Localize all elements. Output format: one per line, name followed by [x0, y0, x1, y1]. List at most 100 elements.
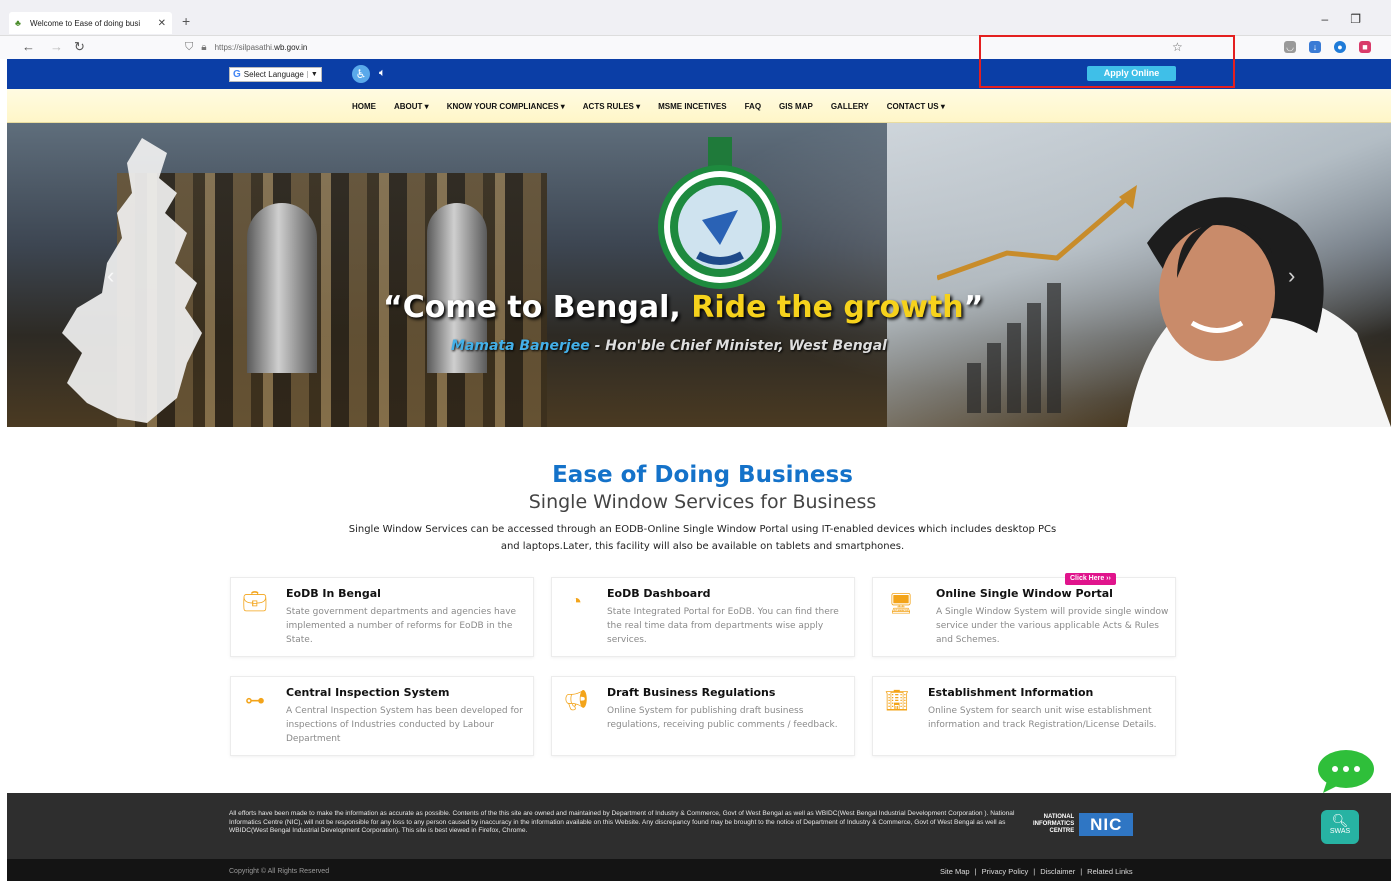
- quote-open: “: [383, 290, 403, 325]
- tab-title: Welcome to Ease of doing busi: [30, 18, 141, 28]
- megaphone-icon: 📢︎: [563, 690, 589, 712]
- carousel-next-icon[interactable]: ›: [1288, 263, 1295, 289]
- browser-tab[interactable]: ♣ Welcome to Ease of doing busi ✕: [9, 12, 172, 34]
- copyright-bar: [7, 859, 1391, 881]
- footer: All efforts have been made to make the i…: [7, 793, 1391, 859]
- section-title: Ease of Doing Business: [552, 462, 853, 488]
- accessibility-icon[interactable]: ♿︎: [352, 65, 370, 83]
- card-title: EoDB In Bengal: [286, 587, 381, 600]
- footer-link-separator: |: [1080, 867, 1083, 876]
- chevron-down-icon: ▼: [306, 71, 318, 78]
- restore-button[interactable]: ❐: [1350, 12, 1361, 26]
- forward-arrow-icon[interactable]: →: [50, 39, 63, 54]
- quote-part-a: Come to Bengal,: [402, 290, 692, 325]
- nic-logo-text: NATIONAL INFORMATICS CENTRE: [1033, 814, 1074, 835]
- key-search-icon: 🔍︎: [1331, 813, 1349, 828]
- card-description: A Central Inspection System has been dev…: [286, 706, 523, 744]
- hero-quote: “Come to Bengal, Ride the growth”: [383, 290, 1043, 325]
- card-central-inspection-system[interactable]: ⊶ Central Inspection System A Central In…: [230, 676, 534, 756]
- card-title: Online Single Window Portal: [936, 587, 1113, 600]
- tab-close-icon[interactable]: ✕: [158, 18, 166, 29]
- storage-tank-image: [247, 203, 317, 373]
- swas-label: SWAS: [1329, 828, 1351, 835]
- menu-home[interactable]: HOME: [352, 102, 376, 111]
- google-g-icon: G: [233, 69, 241, 80]
- govt-west-bengal-emblem: [658, 137, 782, 289]
- select-language-label: Select Language: [243, 70, 304, 79]
- extension-2-icon[interactable]: ■: [1359, 41, 1371, 53]
- monitor-icon: 🖥︎: [888, 593, 914, 615]
- footer-link-privacy-policy[interactable]: Privacy Policy: [982, 867, 1029, 876]
- bookmark-star-icon[interactable]: ☆: [1172, 40, 1183, 54]
- url-domain: wb.gov.in: [274, 42, 308, 52]
- browser-tab-strip: [0, 0, 1391, 36]
- menu-msme-incetives[interactable]: MSME INCETIVES: [658, 102, 726, 111]
- carousel-prev-icon[interactable]: ‹: [107, 263, 114, 289]
- new-tab-button[interactable]: +: [182, 13, 190, 29]
- menu-gallery[interactable]: GALLERY: [831, 102, 869, 111]
- footer-link-disclaimer[interactable]: Disclaimer: [1040, 867, 1075, 876]
- menu-contact-us[interactable]: CONTACT US ▾: [887, 102, 945, 111]
- minimize-button[interactable]: –: [1322, 12, 1329, 26]
- url-field[interactable]: ⛉ 🔒︎ https://silpasathi.wb.gov.in: [185, 38, 1220, 56]
- nic-logo-mark: NIC: [1079, 813, 1134, 836]
- quote-close: ”: [963, 290, 984, 325]
- buildings-icon: 🏢︎: [884, 690, 910, 712]
- footer-links: Site Map | Privacy Policy | Disclaimer |…: [940, 867, 1133, 876]
- section-subtitle: Single Window Services for Business: [528, 491, 877, 513]
- menu-gis-map[interactable]: GIS MAP: [779, 102, 813, 111]
- card-draft-business-regulations[interactable]: 📢︎ Draft Business Regulations Online Sys…: [551, 676, 855, 756]
- click-here-badge[interactable]: Click Here ››: [1065, 573, 1116, 585]
- footer-link-site-map[interactable]: Site Map: [940, 867, 970, 876]
- section-description: Single Window Services can be accessed t…: [348, 524, 1057, 552]
- back-arrow-icon[interactable]: ←: [22, 39, 35, 54]
- lock-icon: 🔒︎: [201, 41, 207, 53]
- card-eodb-dashboard[interactable]: ◔ EoDB Dashboard State Integrated Portal…: [551, 577, 855, 657]
- hierarchy-icon: ⊶: [245, 690, 265, 712]
- hero-banner: ‹ ›: [7, 123, 1391, 427]
- url-prefix: https://silpasathi.: [214, 42, 275, 52]
- download-icon[interactable]: ↓: [1309, 41, 1321, 53]
- card-title: Establishment Information: [928, 686, 1094, 699]
- reload-icon[interactable]: ↻: [74, 39, 85, 55]
- card-description: Online System for search unit wise estab…: [928, 706, 1157, 730]
- footer-link-separator: |: [1033, 867, 1036, 876]
- card-title: Central Inspection System: [286, 686, 450, 699]
- extension-icon[interactable]: ●: [1334, 41, 1346, 53]
- dashboard-gauge-icon: ◔: [569, 591, 583, 613]
- footer-disclaimer: All efforts have been made to make the i…: [229, 810, 1015, 834]
- site-top-strip: [7, 59, 1391, 89]
- card-eodb-in-bengal[interactable]: 💼︎ EoDB In Bengal State government depar…: [230, 577, 534, 657]
- menu-know-your-compliances[interactable]: KNOW YOUR COMPLIANCES ▾: [447, 102, 565, 111]
- card-description: State government departments and agencie…: [286, 607, 517, 645]
- screen-reader-icon[interactable]: 🔈︎: [379, 67, 386, 80]
- favicon-icon: ♣: [15, 18, 21, 28]
- copyright-text: Copyright © All Rights Reserved: [229, 868, 330, 875]
- card-establishment-information[interactable]: 🏢︎ Establishment Information Online Syst…: [872, 676, 1176, 756]
- google-translate-select[interactable]: G Select Language ▼: [229, 67, 322, 82]
- briefcase-icon: 💼︎: [242, 591, 268, 613]
- card-description: A Single Window System will provide sing…: [936, 607, 1169, 645]
- nic-line-1: NATIONAL: [1043, 814, 1075, 820]
- menu-acts-rules[interactable]: ACTS RULES ▾: [583, 102, 640, 111]
- pocket-icon[interactable]: ◡: [1284, 41, 1296, 53]
- nic-line-2: INFORMATICS: [1033, 821, 1075, 827]
- main-menu: HOME ABOUT ▾ KNOW YOUR COMPLIANCES ▾ ACT…: [352, 102, 945, 111]
- menu-faq[interactable]: FAQ: [745, 102, 761, 111]
- card-title: EoDB Dashboard: [607, 587, 711, 600]
- chat-bubble-icon[interactable]: [1317, 749, 1375, 793]
- nic-logo: NATIONAL INFORMATICS CENTRE NIC: [1033, 813, 1134, 836]
- hero-subtitle-name: Mamata Banerjee: [451, 338, 590, 354]
- card-online-single-window-portal[interactable]: 🖥︎ Online Single Window Portal A Single …: [872, 577, 1176, 657]
- nic-line-3: CENTRE: [1049, 828, 1075, 834]
- tracking-shield-icon: ⛉: [185, 40, 194, 53]
- footer-link-related-links[interactable]: Related Links: [1087, 867, 1132, 876]
- card-title: Draft Business Regulations: [607, 686, 776, 699]
- quote-part-b: Ride the growth: [691, 290, 964, 325]
- card-description: Online System for publishing draft busin…: [607, 706, 838, 730]
- menu-about[interactable]: ABOUT ▾: [394, 102, 429, 111]
- apply-online-button[interactable]: Apply Online: [1087, 66, 1176, 81]
- chief-minister-photo: [1127, 197, 1391, 427]
- west-bengal-map-image: [62, 138, 202, 423]
- swas-button[interactable]: 🔍︎ SWAS: [1321, 810, 1359, 844]
